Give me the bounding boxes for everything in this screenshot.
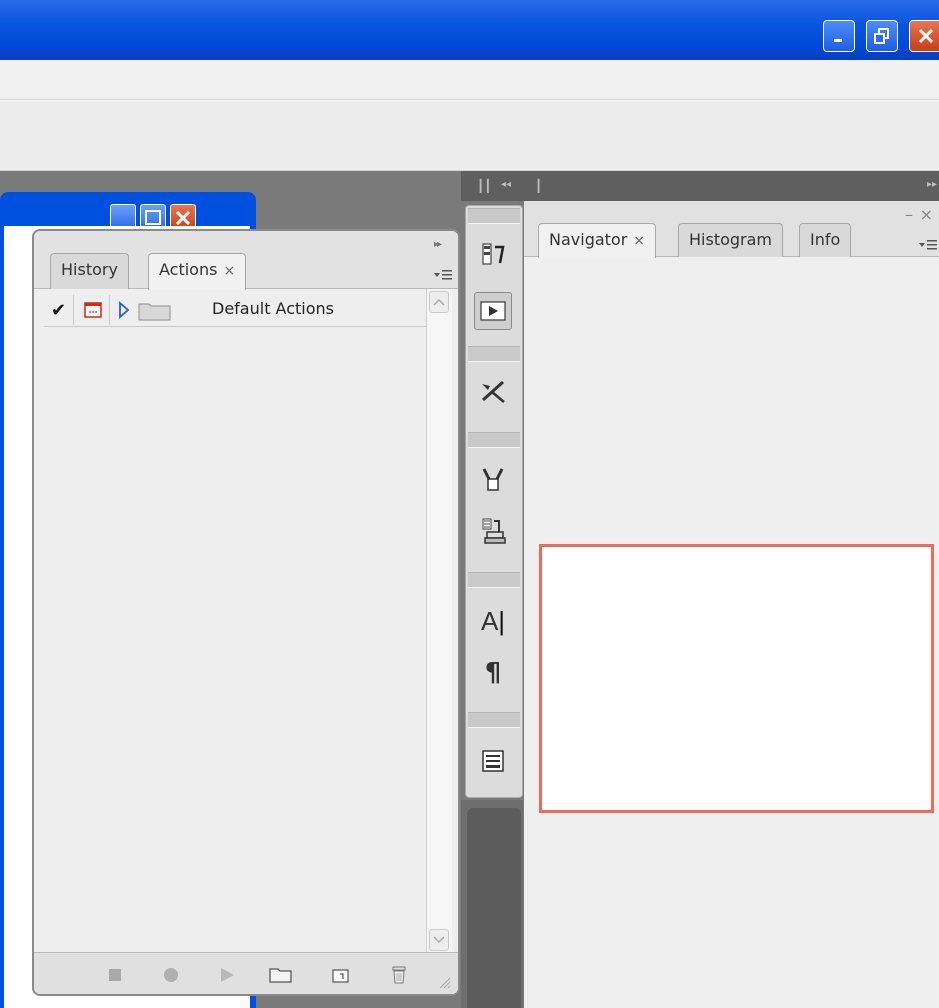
actions-panel-footer bbox=[34, 952, 458, 994]
notes-button[interactable] bbox=[474, 742, 512, 780]
restore-icon bbox=[874, 28, 889, 44]
play-button[interactable] bbox=[216, 965, 238, 985]
new-set-button[interactable] bbox=[268, 965, 294, 985]
panel-minimize-icon[interactable]: – bbox=[905, 205, 913, 224]
tab-history[interactable]: History bbox=[50, 253, 129, 289]
panel-close-icon[interactable]: × bbox=[920, 205, 933, 224]
character-icon: A| bbox=[480, 605, 506, 636]
tab-history-label: History bbox=[61, 260, 118, 279]
paragraph-icon: ¶ bbox=[484, 658, 502, 688]
tab-navigator[interactable]: Navigator × bbox=[538, 223, 657, 258]
dialog-toggle[interactable] bbox=[76, 295, 110, 325]
history-icon bbox=[482, 243, 505, 265]
brushes-button[interactable] bbox=[474, 460, 512, 498]
close-button[interactable] bbox=[909, 20, 939, 52]
title-bar bbox=[0, 0, 939, 60]
delete-icon bbox=[392, 966, 406, 984]
folder-icon bbox=[138, 303, 171, 321]
dock-group-separator[interactable] bbox=[468, 346, 520, 362]
stop-button[interactable] bbox=[104, 965, 126, 985]
dialog-icon bbox=[83, 302, 102, 318]
collapse-right-icon[interactable]: ▸▸ bbox=[434, 239, 442, 250]
notes-icon bbox=[482, 750, 504, 772]
action-set-label: Default Actions bbox=[212, 299, 334, 318]
tab-actions-label: Actions bbox=[159, 260, 218, 279]
dock-header[interactable]: ┃┃ ◂◂ ┃ ▸▸ bbox=[461, 171, 939, 201]
delete-button[interactable] bbox=[388, 965, 410, 985]
history-button[interactable] bbox=[474, 236, 512, 274]
clone-source-button[interactable] bbox=[474, 512, 512, 550]
scroll-down-button[interactable] bbox=[429, 929, 449, 951]
panel-menu-icon[interactable] bbox=[432, 267, 454, 283]
minimize-icon bbox=[834, 39, 842, 42]
new-action-icon bbox=[332, 969, 349, 983]
tab-histogram-label: Histogram bbox=[689, 230, 772, 249]
chevron-up-icon bbox=[433, 298, 445, 306]
list-item[interactable]: ✔ Default Actions bbox=[44, 293, 432, 327]
actions-panel-header: ▸▸ History Actions × bbox=[34, 231, 458, 290]
dock-grip-icon[interactable]: ┃┃ bbox=[477, 179, 491, 193]
minimize-button[interactable] bbox=[823, 20, 855, 52]
tools-icon bbox=[481, 380, 505, 403]
scrollbar[interactable] bbox=[426, 289, 452, 953]
panel-menu-icon[interactable] bbox=[917, 237, 939, 253]
options-bar bbox=[0, 101, 939, 171]
close-icon bbox=[918, 28, 934, 44]
dock-group-separator[interactable] bbox=[468, 432, 520, 448]
actions-icon bbox=[480, 301, 506, 321]
dock-grip-icon[interactable]: ┃ bbox=[535, 179, 542, 193]
new-action-button[interactable] bbox=[330, 965, 352, 985]
brushes-icon bbox=[482, 468, 504, 491]
actions-panel: ▸▸ History Actions × ✔ Default Actions bbox=[32, 229, 460, 996]
clone-source-icon bbox=[482, 518, 506, 544]
stop-icon bbox=[109, 969, 121, 981]
tab-info[interactable]: Info bbox=[799, 223, 852, 257]
restore-button[interactable] bbox=[866, 20, 898, 52]
dock-icon-column: A| ¶ bbox=[465, 205, 523, 798]
toggle-checkbox[interactable]: ✔ bbox=[44, 295, 74, 325]
resize-grip-icon[interactable] bbox=[438, 976, 452, 990]
tab-close-icon[interactable]: × bbox=[633, 233, 645, 249]
collapse-right-icon[interactable]: ▸▸ bbox=[927, 179, 937, 190]
dock-empty-slot bbox=[467, 808, 521, 1008]
tab-info-label: Info bbox=[810, 230, 841, 249]
paragraph-button[interactable]: ¶ bbox=[474, 654, 512, 692]
tab-actions[interactable]: Actions × bbox=[148, 253, 247, 290]
character-button[interactable]: A| bbox=[474, 602, 512, 640]
record-button[interactable] bbox=[160, 965, 182, 985]
tab-navigator-label: Navigator bbox=[549, 230, 628, 249]
navigator-preview[interactable] bbox=[539, 544, 934, 813]
record-icon bbox=[164, 968, 178, 982]
navigator-panel-header: – × Navigator × Histogram Info bbox=[524, 201, 939, 258]
actions-button[interactable] bbox=[474, 292, 512, 330]
character-glyph: A bbox=[480, 605, 499, 636]
dock-group-separator[interactable] bbox=[468, 208, 520, 224]
tools-button[interactable] bbox=[474, 372, 512, 410]
menu-bar bbox=[0, 60, 939, 100]
tab-histogram[interactable]: Histogram bbox=[678, 223, 783, 257]
check-icon: ✔ bbox=[50, 299, 67, 321]
expand-icon[interactable] bbox=[118, 301, 130, 319]
dock-group-separator[interactable] bbox=[468, 712, 520, 728]
play-icon bbox=[221, 968, 234, 982]
new-set-icon bbox=[269, 968, 292, 983]
tab-close-icon[interactable]: × bbox=[223, 263, 235, 279]
scroll-up-button[interactable] bbox=[429, 291, 449, 313]
chevron-down-icon bbox=[433, 936, 445, 944]
dock-empty-area bbox=[461, 800, 523, 1008]
dock-group-separator[interactable] bbox=[468, 572, 520, 588]
collapse-left-icon[interactable]: ◂◂ bbox=[501, 179, 511, 190]
